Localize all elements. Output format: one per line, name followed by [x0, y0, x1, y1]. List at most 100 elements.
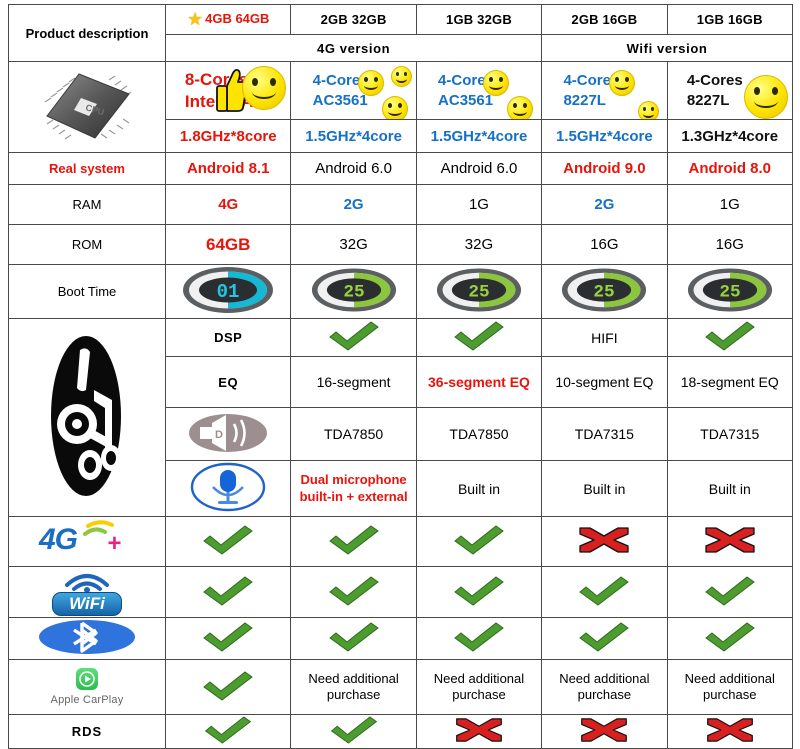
- bluetooth-col3: [415, 617, 543, 660]
- column-header-col3[interactable]: 1GB 32GB: [415, 4, 543, 35]
- stopwatch-gauge-icon: 01: [182, 266, 274, 317]
- column-header-col4[interactable]: 2GB 16GB: [541, 4, 668, 35]
- check-icon: [201, 716, 255, 747]
- wifi-col2: [290, 566, 417, 618]
- ram-col1: 4G: [164, 184, 292, 225]
- smiley-group-col5: [732, 66, 788, 119]
- rom-col3: 32G: [415, 224, 543, 265]
- microphone-col1: Dual microphone built-in + external: [290, 460, 417, 517]
- check-icon: [201, 670, 255, 704]
- row-label-rom: ROM: [8, 224, 166, 265]
- eq-col4: 18-segment EQ: [666, 356, 793, 408]
- real-system-col4: Android 9.0: [541, 152, 668, 185]
- check-icon: [703, 622, 757, 655]
- check-icon: [577, 575, 631, 609]
- rds-col4: [541, 714, 668, 749]
- real-system-col2: Android 6.0: [290, 152, 417, 185]
- real-system-col5: Android 8.0: [666, 152, 793, 185]
- row-carplay: Apple CarPlay Need additional purchase N…: [8, 659, 793, 715]
- cpu-speed-col1: 1.8GHz*8core: [164, 119, 292, 153]
- carplay-col3: Need additional purchase: [415, 659, 543, 715]
- boot-time-col1: 01: [164, 264, 292, 319]
- cross-icon: [701, 717, 759, 746]
- column-header-col5[interactable]: 1GB 16GB: [666, 4, 793, 35]
- smiley-group-col3: [481, 66, 537, 119]
- row-label-eq: EQ: [164, 356, 292, 408]
- cpu-speed-col3: 1.5GHz*4core: [415, 119, 543, 153]
- 4g-plus-icon: 4G +: [35, 518, 139, 565]
- cpu-cell-col3: 4-Cores AC3561: [415, 61, 543, 120]
- bluetooth-icon: [38, 620, 136, 658]
- cross-icon: [575, 717, 633, 746]
- check-icon: [703, 321, 757, 354]
- smiley-group-col2: [356, 66, 412, 119]
- cpu-speed-col4: 1.5GHz*4core: [541, 119, 668, 153]
- boot-time-value-col1: 01: [217, 281, 240, 303]
- carplay-label: Apple CarPlay: [50, 694, 124, 706]
- row-real-system: Real system Android 8.1 Android 6.0 Andr…: [8, 152, 793, 185]
- check-icon: [327, 321, 381, 354]
- microphone-col2: Built in: [415, 460, 543, 517]
- row-label-rds: RDS: [8, 714, 166, 749]
- microphone-col1-line1: Dual microphone: [300, 472, 407, 488]
- check-icon: [201, 575, 255, 609]
- smiley-icon: [483, 70, 510, 96]
- carplay-col2: Need additional purchase: [290, 659, 417, 715]
- lte-col2: [290, 516, 417, 567]
- row-rom: ROM 64GB 32G 32G 16G 16G: [8, 224, 793, 265]
- ram-col2: 2G: [290, 184, 417, 225]
- audio-group-icon-cell: [8, 318, 166, 517]
- bluetooth-col2: [290, 617, 417, 660]
- boot-time-value-col3: 25: [468, 283, 489, 303]
- svg-text:+: +: [107, 530, 121, 557]
- real-system-col1: Android 8.1: [164, 152, 292, 185]
- stopwatch-gauge-icon: 25: [436, 267, 522, 316]
- column-header-col2[interactable]: 2GB 32GB: [290, 4, 417, 35]
- boot-time-value-col5: 25: [719, 283, 740, 303]
- stopwatch-gauge-icon: 25: [561, 267, 647, 316]
- check-icon: [452, 575, 506, 609]
- check-icon: [577, 622, 631, 655]
- boot-time-col3: 25: [415, 264, 543, 319]
- carplay-col5: Need additional purchase: [666, 659, 793, 715]
- boot-time-value-col2: 25: [343, 283, 364, 303]
- smiley-icon: [507, 96, 534, 119]
- column-header-col1[interactable]: ★ 4GB 64GB: [164, 4, 292, 35]
- eq-col2: 36-segment EQ: [415, 356, 543, 408]
- table-header-row-models: Product description ★ 4GB 64GB 2GB 32GB 1…: [8, 4, 793, 62]
- cpu-cell-col5: 4-Cores 8227L: [666, 61, 793, 120]
- check-icon: [201, 525, 255, 558]
- check-icon: [452, 622, 506, 655]
- cpu-label-cell: CPU: [8, 61, 166, 153]
- comparison-table-page: Product description ★ 4GB 64GB 2GB 32GB 1…: [0, 0, 800, 749]
- row-lte: 4G +: [8, 516, 793, 567]
- row-rds: RDS: [8, 714, 793, 749]
- carplay-col1: [164, 659, 292, 715]
- lte-col1: [164, 516, 292, 567]
- wifi-col5: [666, 566, 793, 618]
- cross-icon: [574, 526, 634, 557]
- ram-col3: 1G: [415, 184, 543, 225]
- row-dsp: DSP HIFI: [8, 318, 793, 517]
- real-system-col3: Android 6.0: [415, 152, 543, 185]
- music-note-disc-icon: [50, 332, 124, 503]
- carplay-label-cell: Apple CarPlay: [8, 659, 166, 715]
- boot-time-col2: 25: [290, 264, 417, 319]
- wifi-icon: [11, 568, 163, 593]
- bluetooth-label-cell: [8, 617, 166, 660]
- rds-col1: [164, 714, 292, 749]
- amplifier-col3: TDA7315: [541, 407, 668, 461]
- eq-col3: 10-segment EQ: [541, 356, 668, 408]
- smiley-icon: [743, 75, 788, 119]
- row-label-real-system: Real system: [8, 152, 166, 185]
- boot-time-value-col4: 25: [594, 283, 615, 303]
- rds-col3: [415, 714, 543, 749]
- amplifier-col1: TDA7850: [290, 407, 417, 461]
- wifi-label-cell: WiFi: [8, 566, 166, 618]
- amplifier-label-cell: D: [164, 407, 292, 461]
- cpu-speed-col2: 1.5GHz*4core: [290, 119, 417, 153]
- smiley-icon: [357, 70, 384, 96]
- dsp-col2: [415, 318, 543, 357]
- rom-col2: 32G: [290, 224, 417, 265]
- ram-col5: 1G: [666, 184, 793, 225]
